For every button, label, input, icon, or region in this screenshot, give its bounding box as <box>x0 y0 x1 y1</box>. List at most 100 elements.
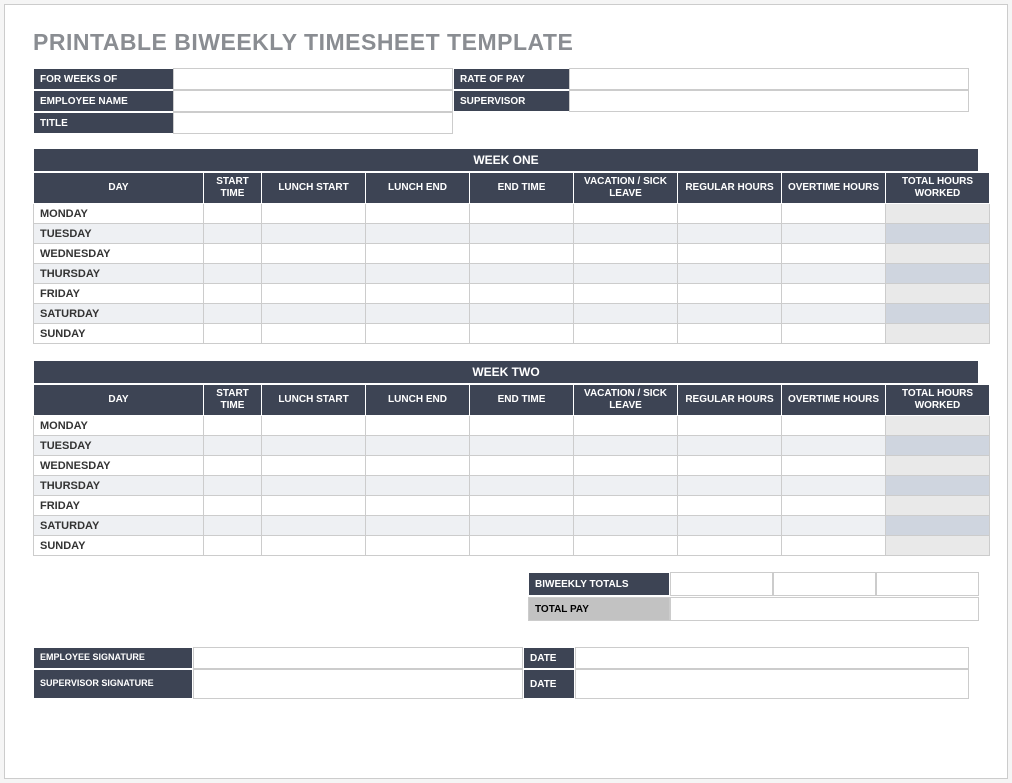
time-cell[interactable] <box>470 536 574 556</box>
time-cell[interactable] <box>886 416 990 436</box>
time-cell[interactable] <box>366 456 470 476</box>
time-cell[interactable] <box>574 304 678 324</box>
time-cell[interactable] <box>886 456 990 476</box>
time-cell[interactable] <box>678 304 782 324</box>
time-cell[interactable] <box>574 264 678 284</box>
time-cell[interactable] <box>574 476 678 496</box>
time-cell[interactable] <box>262 264 366 284</box>
time-cell[interactable] <box>886 204 990 224</box>
time-cell[interactable] <box>262 284 366 304</box>
time-cell[interactable] <box>886 244 990 264</box>
time-cell[interactable] <box>470 204 574 224</box>
time-cell[interactable] <box>204 436 262 456</box>
time-cell[interactable] <box>782 456 886 476</box>
time-cell[interactable] <box>886 436 990 456</box>
time-cell[interactable] <box>470 436 574 456</box>
time-cell[interactable] <box>678 516 782 536</box>
time-cell[interactable] <box>678 224 782 244</box>
employee-signature-field[interactable] <box>193 647 523 669</box>
time-cell[interactable] <box>262 516 366 536</box>
time-cell[interactable] <box>204 264 262 284</box>
time-cell[interactable] <box>366 436 470 456</box>
time-cell[interactable] <box>262 476 366 496</box>
time-cell[interactable] <box>678 456 782 476</box>
time-cell[interactable] <box>574 436 678 456</box>
time-cell[interactable] <box>678 536 782 556</box>
time-cell[interactable] <box>262 416 366 436</box>
time-cell[interactable] <box>366 476 470 496</box>
time-cell[interactable] <box>678 496 782 516</box>
time-cell[interactable] <box>470 284 574 304</box>
time-cell[interactable] <box>886 324 990 344</box>
time-cell[interactable] <box>204 284 262 304</box>
time-cell[interactable] <box>470 456 574 476</box>
time-cell[interactable] <box>204 496 262 516</box>
time-cell[interactable] <box>204 324 262 344</box>
time-cell[interactable] <box>204 476 262 496</box>
time-cell[interactable] <box>204 456 262 476</box>
time-cell[interactable] <box>782 284 886 304</box>
time-cell[interactable] <box>262 536 366 556</box>
time-cell[interactable] <box>678 476 782 496</box>
time-cell[interactable] <box>574 496 678 516</box>
time-cell[interactable] <box>262 224 366 244</box>
time-cell[interactable] <box>204 244 262 264</box>
time-cell[interactable] <box>782 224 886 244</box>
time-cell[interactable] <box>678 204 782 224</box>
time-cell[interactable] <box>678 244 782 264</box>
time-cell[interactable] <box>574 324 678 344</box>
time-cell[interactable] <box>782 416 886 436</box>
time-cell[interactable] <box>574 224 678 244</box>
time-cell[interactable] <box>678 264 782 284</box>
time-cell[interactable] <box>470 224 574 244</box>
time-cell[interactable] <box>782 496 886 516</box>
biweekly-regular-cell[interactable] <box>670 572 773 596</box>
time-cell[interactable] <box>678 436 782 456</box>
time-cell[interactable] <box>366 224 470 244</box>
time-cell[interactable] <box>366 244 470 264</box>
time-cell[interactable] <box>262 436 366 456</box>
time-cell[interactable] <box>204 416 262 436</box>
time-cell[interactable] <box>574 284 678 304</box>
time-cell[interactable] <box>782 204 886 224</box>
time-cell[interactable] <box>204 204 262 224</box>
time-cell[interactable] <box>470 516 574 536</box>
time-cell[interactable] <box>678 416 782 436</box>
time-cell[interactable] <box>470 496 574 516</box>
time-cell[interactable] <box>262 324 366 344</box>
supervisor-field[interactable] <box>569 90 969 112</box>
time-cell[interactable] <box>204 516 262 536</box>
title-field[interactable] <box>173 112 453 134</box>
time-cell[interactable] <box>262 304 366 324</box>
time-cell[interactable] <box>782 436 886 456</box>
time-cell[interactable] <box>574 516 678 536</box>
time-cell[interactable] <box>470 244 574 264</box>
supervisor-date-field[interactable] <box>575 669 969 699</box>
time-cell[interactable] <box>678 324 782 344</box>
time-cell[interactable] <box>886 284 990 304</box>
time-cell[interactable] <box>470 416 574 436</box>
time-cell[interactable] <box>782 476 886 496</box>
time-cell[interactable] <box>782 324 886 344</box>
time-cell[interactable] <box>574 244 678 264</box>
time-cell[interactable] <box>470 324 574 344</box>
biweekly-total-cell[interactable] <box>876 572 979 596</box>
total-pay-cell[interactable] <box>670 597 979 621</box>
time-cell[interactable] <box>574 456 678 476</box>
time-cell[interactable] <box>262 204 366 224</box>
time-cell[interactable] <box>366 284 470 304</box>
time-cell[interactable] <box>366 324 470 344</box>
time-cell[interactable] <box>574 536 678 556</box>
time-cell[interactable] <box>470 476 574 496</box>
time-cell[interactable] <box>366 204 470 224</box>
employee-date-field[interactable] <box>575 647 969 669</box>
time-cell[interactable] <box>574 416 678 436</box>
time-cell[interactable] <box>262 456 366 476</box>
time-cell[interactable] <box>886 496 990 516</box>
time-cell[interactable] <box>886 516 990 536</box>
time-cell[interactable] <box>366 416 470 436</box>
biweekly-overtime-cell[interactable] <box>773 572 876 596</box>
time-cell[interactable] <box>366 264 470 284</box>
time-cell[interactable] <box>366 536 470 556</box>
time-cell[interactable] <box>366 496 470 516</box>
